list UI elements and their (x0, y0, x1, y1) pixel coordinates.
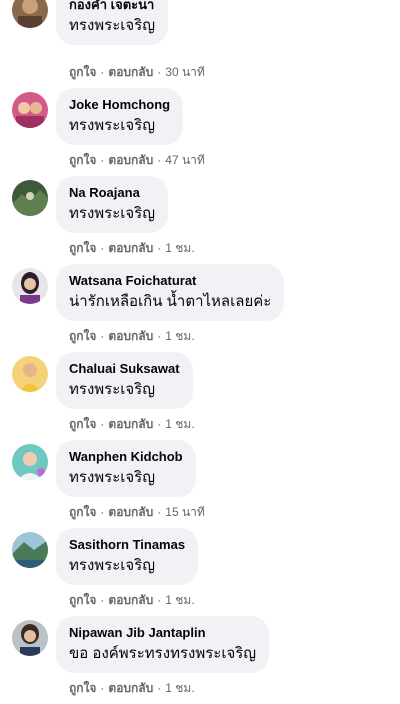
separator: · (100, 241, 105, 255)
comment-time[interactable]: 1 ชม. (165, 417, 194, 431)
comment-actions: ถูกใจ · ตอบกลับ · 15 นาที (69, 504, 205, 520)
comment-item: Watsana Foichaturat น่ารักเหลือเกิน น้ำต… (0, 264, 400, 352)
comment-time[interactable]: 47 นาที (165, 153, 205, 167)
comment-time[interactable]: 1 ชม. (165, 681, 194, 695)
comment-actions: ถูกใจ · ตอบกลับ · 1 ชม. (69, 680, 195, 696)
separator: · (157, 417, 162, 431)
separator: · (157, 681, 162, 695)
comment-author[interactable]: Watsana Foichaturat (69, 273, 271, 289)
separator: · (157, 593, 162, 607)
comment-item: Sasithorn Tinamas ทรงพระเจริญ ถูกใจ · ตอบก… (0, 528, 400, 616)
user-avatar-icon[interactable] (12, 180, 48, 216)
comment-text: ทรงพระเจริญ (69, 381, 156, 398)
user-avatar-icon[interactable] (12, 92, 48, 128)
reply-button[interactable]: ตอบกลับ (108, 417, 153, 431)
comment-time[interactable]: 1 ชม. (165, 593, 194, 607)
comment-bubble: กองคำ เจตะนา ทรงพระเจริญ (56, 0, 169, 45)
comment-time[interactable]: 30 นาที (165, 65, 205, 79)
comment-author[interactable]: Nipawan Jib Jantaplin (69, 625, 256, 641)
reply-button[interactable]: ตอบกลับ (108, 153, 153, 167)
separator: · (157, 153, 162, 167)
like-button[interactable]: ถูกใจ (69, 65, 96, 79)
separator: · (157, 329, 162, 343)
comment-bubble: Chaluai Suksawat ทรงพระเจริญ (56, 352, 193, 409)
reply-button[interactable]: ตอบกลับ (108, 593, 153, 607)
comment-text: ทรงพระเจริญ (69, 17, 156, 34)
separator: · (100, 505, 105, 519)
comment-item: Wanphen Kidchob ทรงพระเจริญ ถูกใจ · ตอบกลั… (0, 440, 400, 528)
comment-text: น่ารักเหลือเกิน น้ำตาไหลเลยค่ะ (69, 293, 272, 310)
user-avatar-icon[interactable] (12, 0, 48, 28)
comment-text: ทรงพระเจริญ (69, 469, 156, 486)
separator: · (100, 329, 105, 343)
comment-actions: ถูกใจ · ตอบกลับ · 47 นาที (69, 152, 205, 168)
comment-time[interactable]: 1 ชม. (165, 329, 194, 343)
user-avatar-icon[interactable] (12, 356, 48, 392)
like-button[interactable]: ถูกใจ (69, 417, 96, 431)
comment-bubble: Wanphen Kidchob ทรงพระเจริญ (56, 440, 196, 497)
user-avatar-icon[interactable] (12, 268, 48, 304)
like-button[interactable]: ถูกใจ (69, 241, 96, 255)
like-button[interactable]: ถูกใจ (69, 593, 96, 607)
user-avatar-icon[interactable] (12, 532, 48, 568)
comment-text: ทรงพระเจริญ (69, 557, 156, 574)
comment-actions: ถูกใจ · ตอบกลับ · 1 ชม. (69, 592, 195, 608)
comment-bubble: Joke Homchong ทรงพระเจริญ (56, 88, 184, 145)
comment-actions: ถูกใจ · ตอบกลับ · 1 ชม. (69, 240, 195, 256)
comment-author[interactable]: Wanphen Kidchob (69, 449, 183, 465)
reply-button[interactable]: ตอบกลับ (108, 681, 153, 695)
reply-button[interactable]: ตอบกลับ (108, 241, 153, 255)
comment-text: ทรงพระเจริญ (69, 205, 156, 222)
comment-actions: ถูกใจ · ตอบกลับ · 1 ชม. (69, 328, 195, 344)
comment-item: Nipawan Jib Jantaplin ขอ องค์พระทรงทรงพร… (0, 616, 400, 704)
separator: · (100, 681, 105, 695)
comment-bubble: Na Roajana ทรงพระเจริญ (56, 176, 169, 233)
like-button[interactable]: ถูกใจ (69, 153, 96, 167)
like-button[interactable]: ถูกใจ (69, 329, 96, 343)
comment-author[interactable]: Joke Homchong (69, 97, 170, 113)
comment-author[interactable]: Chaluai Suksawat (69, 361, 180, 377)
user-avatar-icon[interactable] (12, 444, 48, 480)
like-button[interactable]: ถูกใจ (69, 681, 96, 695)
separator: · (100, 417, 105, 431)
comment-author[interactable]: Na Roajana (69, 185, 155, 201)
comment-text: ทรงพระเจริญ (69, 117, 156, 134)
comment-actions: ถูกใจ · ตอบกลับ · 30 นาที (69, 64, 205, 80)
comment-item: กองคำ เจตะนา ทรงพระเจริญ ถูกใจ · ตอบกลับ · 3… (0, 0, 400, 88)
comment-item: Chaluai Suksawat ทรงพระเจริญ ถูกใจ · ตอบกล… (0, 352, 400, 440)
user-avatar-icon[interactable] (12, 620, 48, 656)
comment-time[interactable]: 1 ชม. (165, 241, 194, 255)
comment-bubble: Nipawan Jib Jantaplin ขอ องค์พระทรงทรงพร… (56, 616, 270, 673)
separator: · (157, 241, 162, 255)
comment-text: ขอ องค์พระทรงทรงพระเจริญ (69, 645, 257, 662)
comment-actions: ถูกใจ · ตอบกลับ · 1 ชม. (69, 416, 195, 432)
like-button[interactable]: ถูกใจ (69, 505, 96, 519)
separator: · (100, 593, 105, 607)
comment-time[interactable]: 15 นาที (165, 505, 205, 519)
separator: · (157, 65, 162, 79)
comment-author[interactable]: กองคำ เจตะนา (69, 0, 155, 13)
separator: · (100, 65, 105, 79)
reply-button[interactable]: ตอบกลับ (108, 505, 153, 519)
separator: · (100, 153, 105, 167)
comment-author[interactable]: Sasithorn Tinamas (69, 537, 185, 553)
comment-item: Na Roajana ทรงพระเจริญ ถูกใจ · ตอบกลับ · 1 ช… (0, 176, 400, 264)
comment-bubble: Sasithorn Tinamas ทรงพระเจริญ (56, 528, 199, 585)
separator: · (157, 505, 162, 519)
comment-list: กองคำ เจตะนา ทรงพระเจริญ ถูกใจ · ตอบกลับ · 3… (0, 0, 400, 701)
comment-bubble: Watsana Foichaturat น่ารักเหลือเกิน น้ำต… (56, 264, 285, 321)
reply-button[interactable]: ตอบกลับ (108, 65, 153, 79)
comment-item: Joke Homchong ทรงพระเจริญ ถูกใจ · ตอบกลับ ·… (0, 88, 400, 176)
reply-button[interactable]: ตอบกลับ (108, 329, 153, 343)
